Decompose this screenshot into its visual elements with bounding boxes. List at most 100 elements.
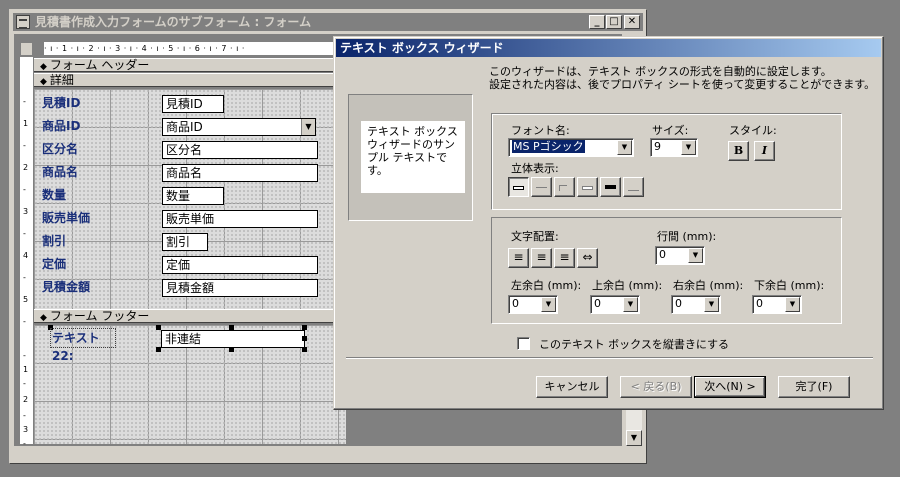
maximize-button[interactable]: □ [606, 15, 622, 29]
finish-button[interactable]: 完了(F) [778, 376, 850, 398]
vertical-text-checkbox[interactable] [517, 337, 530, 350]
ruler-corner-button[interactable] [20, 42, 33, 56]
back-button[interactable]: < 戻る(B) [620, 376, 692, 398]
effect-flat-button[interactable] [508, 177, 529, 197]
selection-handle[interactable] [302, 347, 307, 352]
ruler-mark: - [23, 411, 26, 420]
field-label[interactable]: 定価 [40, 255, 100, 275]
align-distribute-icon[interactable]: ⇔ [577, 248, 598, 268]
footer-text-label[interactable]: テキスト22: [50, 328, 116, 363]
selection-handle[interactable] [229, 347, 234, 352]
effect-sunken-button[interactable] [554, 177, 575, 197]
chevron-down-icon[interactable]: ▼ [704, 297, 719, 312]
italic-button[interactable]: I [754, 141, 775, 161]
vertical-text-label[interactable]: このテキスト ボックスを縦書きにする [539, 336, 729, 352]
form-footer-label: フォーム フッター [49, 309, 150, 323]
detail-section-body[interactable]: 見積ID 見積ID 商品ID 商品ID ▼ 区分名 区分名 商品名 商品名 数量… [34, 89, 346, 309]
close-button[interactable]: ✕ [624, 15, 640, 29]
horizontal-ruler[interactable]: · ı · 1 · ı · 2 · ı · 3 · ı · 4 · ı · 5 … [44, 42, 344, 56]
effect-chiseled-button[interactable] [623, 177, 644, 197]
size-value: 9 [654, 140, 661, 153]
ruler-mark: 3 [23, 207, 29, 216]
intro-line: このウィザードは、テキスト ボックスの形式を自動的に設定します。 [489, 65, 832, 78]
right-margin-dropdown[interactable]: 0 ▼ [671, 295, 721, 314]
form-header-label: フォーム ヘッダー [49, 58, 150, 72]
field-label[interactable]: 割引 [40, 232, 100, 252]
field-label[interactable]: 数量 [40, 186, 100, 206]
detail-section-bar[interactable]: ◆ 詳細 [34, 73, 354, 87]
chevron-down-icon[interactable]: ▼ [785, 297, 800, 312]
ruler-mark: 2 [23, 163, 29, 172]
field-textbox[interactable]: 区分名 [162, 141, 318, 159]
selection-handle[interactable] [156, 347, 161, 352]
footer-unbound-textbox[interactable]: 非連結 [161, 330, 305, 348]
right-margin-label: 右余白 (mm): [673, 279, 744, 292]
ruler-mark: - [23, 141, 26, 150]
field-textbox[interactable]: 販売単価 [162, 210, 318, 228]
wizard-title-bar[interactable]: テキスト ボックス ウィザード [336, 39, 881, 57]
size-dropdown[interactable]: 9 ▼ [650, 138, 698, 157]
ruler-mark: - [23, 229, 26, 238]
align-left-icon[interactable]: ≡ [508, 248, 529, 268]
chevron-down-icon[interactable]: ▼ [541, 297, 556, 312]
bold-button[interactable]: B [728, 141, 749, 161]
selection-handle[interactable] [229, 325, 234, 330]
form-window-icon[interactable] [16, 15, 30, 29]
intro-line: 設定された内容は、後でプロパティ シートを使って変更することができます。 [489, 78, 876, 91]
field-combobox[interactable]: 商品ID ▼ [162, 118, 316, 136]
field-label[interactable]: 区分名 [40, 140, 100, 160]
form-footer-section-body[interactable]: テキスト22: 非連結 [34, 325, 346, 444]
ruler-mark: - [23, 97, 26, 106]
field-label[interactable]: 商品ID [40, 117, 100, 137]
field-textbox[interactable]: 見積ID [162, 95, 224, 113]
line-spacing-dropdown[interactable]: 0 ▼ [655, 246, 705, 265]
preview-sample-text: テキスト ボックス ウィザードのサンプル テキストです。 [361, 121, 465, 193]
left-margin-label: 左余白 (mm): [511, 279, 582, 292]
field-textbox[interactable]: 見積金額 [162, 279, 318, 297]
effect-etched-button[interactable] [577, 177, 598, 197]
form-title-bar[interactable]: 見積書作成入力フォームのサブフォーム : フォーム _ □ ✕ [13, 13, 643, 31]
cancel-button[interactable]: キャンセル [536, 376, 608, 398]
selection-handle[interactable] [302, 336, 307, 341]
bottom-margin-dropdown[interactable]: 0 ▼ [752, 295, 802, 314]
top-margin-dropdown[interactable]: 0 ▼ [590, 295, 640, 314]
field-label[interactable]: 見積ID [40, 94, 100, 114]
section-arrow-icon: ◆ [40, 313, 47, 323]
size-label: サイズ: [652, 124, 689, 137]
minimize-button[interactable]: _ [589, 15, 605, 29]
align-right-icon[interactable]: ≡ [554, 248, 575, 268]
form-header-section-bar[interactable]: ◆ フォーム ヘッダー [34, 58, 354, 72]
ruler-mark: 2 [23, 395, 29, 404]
effect-raised-button[interactable] [531, 177, 552, 197]
line-spacing-label: 行間 (mm): [657, 230, 717, 243]
ruler-mark: - [23, 185, 26, 194]
top-margin-value: 0 [594, 297, 601, 310]
text-align-label: 文字配置: [511, 230, 559, 243]
font-name-dropdown[interactable]: MS Pゴシック ▼ [508, 138, 634, 157]
vertical-ruler[interactable]: - 1 - 2 - 3 - 4 - 5 - - 1 - 2 - 3 - 4 [20, 57, 33, 462]
left-margin-dropdown[interactable]: 0 ▼ [508, 295, 558, 314]
field-label[interactable]: 見積金額 [40, 278, 120, 298]
field-label[interactable]: 販売単価 [40, 209, 120, 229]
field-textbox[interactable]: 定価 [162, 256, 318, 274]
field-textbox[interactable]: 数量 [162, 187, 224, 205]
align-center-icon[interactable]: ≡ [531, 248, 552, 268]
chevron-down-icon[interactable]: ▼ [623, 297, 638, 312]
effect-shadowed-button[interactable] [600, 177, 621, 197]
form-window-title: 見積書作成入力フォームのサブフォーム : フォーム [35, 15, 312, 29]
field-textbox[interactable]: 割引 [162, 233, 208, 251]
field-label[interactable]: 商品名 [40, 163, 100, 183]
chevron-down-icon[interactable]: ▼ [681, 140, 696, 155]
chevron-down-icon[interactable]: ▼ [617, 140, 632, 155]
selection-handle[interactable] [302, 325, 307, 330]
preview-panel: テキスト ボックス ウィザードのサンプル テキストです。 [348, 94, 473, 221]
horizontal-scrollbar[interactable] [14, 447, 626, 463]
next-button[interactable]: 次へ(N) > [694, 376, 766, 398]
field-textbox[interactable]: 商品名 [162, 164, 318, 182]
scroll-down-icon[interactable]: ▼ [626, 430, 642, 446]
form-footer-section-bar[interactable]: ◆ フォーム フッター [34, 309, 354, 323]
chevron-down-icon[interactable]: ▼ [301, 119, 315, 135]
chevron-down-icon[interactable]: ▼ [688, 248, 703, 263]
textbox-wizard-dialog: テキスト ボックス ウィザード このウィザードは、テキスト ボックスの形式を自動… [333, 36, 884, 410]
font-group: フォント名: MS Pゴシック ▼ サイズ: 9 ▼ スタイル: B I 立体表… [491, 113, 842, 210]
